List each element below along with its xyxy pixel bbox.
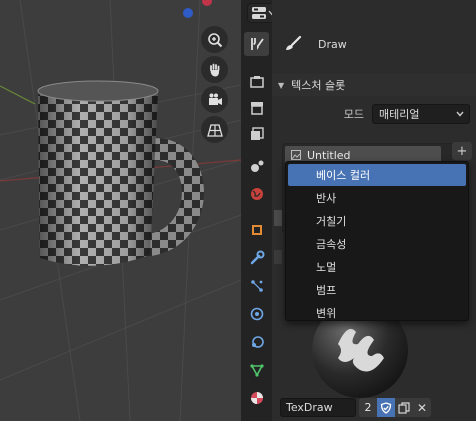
zoom-icon[interactable] bbox=[201, 26, 228, 53]
output-tab-icon[interactable] bbox=[244, 96, 269, 120]
properties-tab-column bbox=[241, 0, 281, 421]
camera-icon[interactable] bbox=[201, 86, 228, 113]
mode-row: 모드 매테리얼 bbox=[272, 102, 476, 124]
scene-tab-icon[interactable] bbox=[244, 154, 269, 178]
unlink-close-icon[interactable]: ✕ bbox=[413, 398, 431, 417]
world-tab-icon[interactable] bbox=[244, 182, 269, 206]
tool-name: Draw bbox=[318, 37, 347, 51]
users-count[interactable]: 2 bbox=[359, 398, 377, 417]
brush-name-field[interactable]: TexDraw bbox=[280, 398, 356, 417]
physics-tab-icon[interactable] bbox=[244, 302, 269, 326]
modifier-tab-icon[interactable] bbox=[244, 246, 269, 270]
texture-slot-dropdown-menu: 베이스 컬러 반사 거칠기 금속성 노멀 범프 변위 bbox=[285, 161, 469, 321]
brush-datablock-bar: TexDraw 2 ✕ bbox=[272, 397, 476, 419]
menu-item-displacement[interactable]: 변위 bbox=[288, 302, 466, 324]
hidden-widget-edge bbox=[274, 210, 282, 226]
axis-gizmo-dot[interactable] bbox=[183, 8, 193, 18]
disclosure-triangle-icon: ▼ bbox=[278, 80, 285, 90]
section-title: 텍스처 슬롯 bbox=[291, 79, 346, 92]
object-tab-icon[interactable] bbox=[244, 218, 269, 242]
active-tool-header: Draw bbox=[272, 24, 476, 64]
menu-item-roughness[interactable]: 거칠기 bbox=[288, 210, 466, 232]
image-texture-icon bbox=[291, 150, 301, 160]
menu-item-bump[interactable]: 범프 bbox=[288, 279, 466, 301]
duplicate-icon[interactable] bbox=[395, 398, 413, 417]
mug-body bbox=[37, 80, 159, 266]
menu-item-normal[interactable]: 노멀 bbox=[288, 256, 466, 278]
constraints-tab-icon[interactable] bbox=[244, 330, 269, 354]
hidden-widget-edge bbox=[274, 250, 282, 264]
mode-value: 매테리얼 bbox=[379, 108, 420, 121]
brush-icon bbox=[286, 35, 302, 50]
3d-viewport[interactable] bbox=[0, 0, 241, 421]
chevron-down-icon bbox=[456, 111, 464, 117]
tool-tab-icon[interactable] bbox=[244, 32, 269, 56]
fake-user-shield-icon[interactable] bbox=[377, 398, 395, 417]
menu-item-base-color[interactable]: 베이스 컬러 bbox=[288, 164, 466, 186]
mode-label: 모드 bbox=[343, 108, 364, 121]
pan-hand-icon[interactable] bbox=[201, 56, 228, 83]
mode-dropdown[interactable]: 매테리얼 bbox=[372, 104, 470, 124]
render-tab-icon[interactable] bbox=[244, 70, 269, 94]
particles-tab-icon[interactable] bbox=[244, 274, 269, 298]
view-layer-tab-icon[interactable] bbox=[244, 122, 269, 146]
slot-name: Untitled bbox=[307, 148, 351, 162]
y-axis-line bbox=[0, 85, 36, 105]
menu-item-metallic[interactable]: 금속성 bbox=[288, 233, 466, 255]
texture-slots-section-header[interactable]: ▼ 텍스처 슬롯 bbox=[272, 74, 476, 96]
grid-icon[interactable] bbox=[201, 116, 228, 143]
mug-handle bbox=[137, 138, 204, 256]
add-slot-button[interactable]: + bbox=[452, 142, 472, 160]
material-tab-icon[interactable] bbox=[244, 386, 269, 410]
properties-editor-icon bbox=[252, 7, 266, 19]
data-tab-icon[interactable] bbox=[244, 358, 269, 382]
menu-item-specular[interactable]: 반사 bbox=[288, 187, 466, 209]
